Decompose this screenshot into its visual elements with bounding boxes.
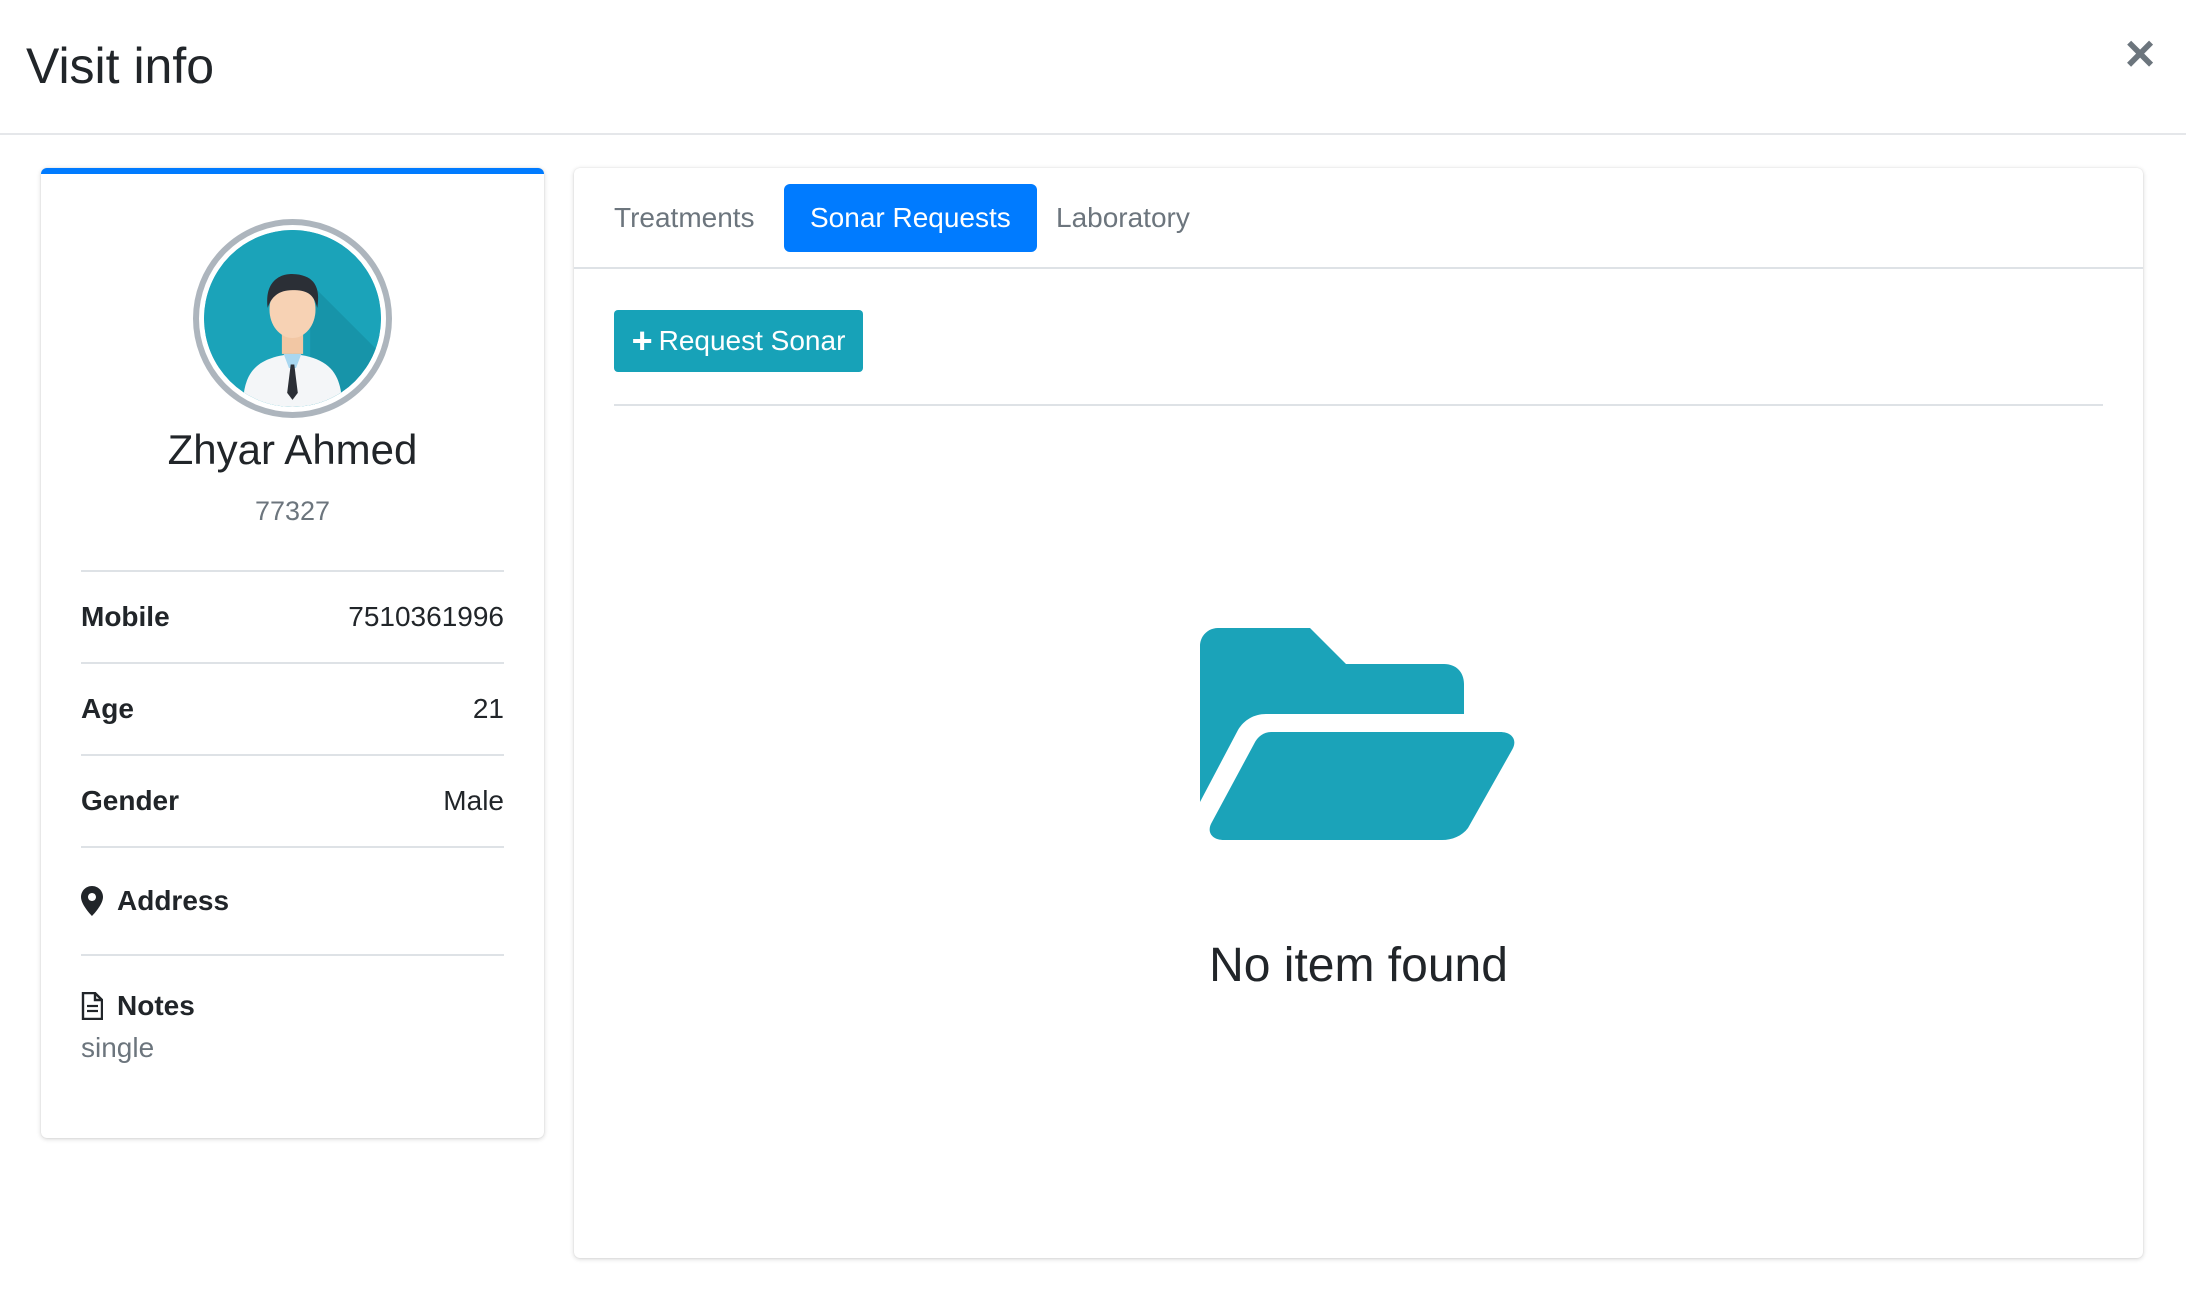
empty-state-message: No item found: [1209, 939, 1508, 992]
address-label: Address: [117, 885, 230, 916]
map-marker-icon: [81, 886, 103, 916]
divider: [614, 404, 2103, 406]
plus-icon: +: [631, 320, 653, 361]
modal-header: Visit info ×: [0, 0, 2186, 135]
doctor-avatar-icon: [204, 230, 381, 407]
age-label: Age: [81, 693, 134, 724]
patient-name: Zhyar Ahmed: [167, 426, 418, 473]
close-button[interactable]: ×: [2118, 28, 2162, 80]
age-value: 21: [472, 693, 504, 724]
tab-laboratory[interactable]: Laboratory: [1030, 184, 1216, 252]
modal-title: Visit info: [26, 38, 215, 94]
visit-details-card: Treatments Sonar Requests Laboratory + R…: [574, 168, 2143, 1258]
folder-open-icon: [1200, 628, 1515, 840]
gender-row: Gender Male: [81, 754, 504, 846]
tab-treatments[interactable]: Treatments: [588, 184, 781, 252]
notes-value: single: [81, 1032, 155, 1063]
avatar: [193, 219, 392, 418]
patient-id: 77327: [254, 496, 331, 526]
tab-sonar-requests[interactable]: Sonar Requests: [784, 184, 1037, 252]
request-sonar-label: Request Sonar: [658, 325, 846, 356]
patient-profile-card: Zhyar Ahmed 77327 Mobile 7510361996 Age …: [41, 168, 544, 1138]
mobile-value: 7510361996: [348, 601, 504, 632]
mobile-row: Mobile 7510361996: [81, 570, 504, 662]
gender-value: Male: [443, 785, 504, 816]
tabs-bar: Treatments Sonar Requests Laboratory: [574, 168, 2143, 269]
gender-label: Gender: [81, 785, 180, 816]
mobile-label: Mobile: [81, 601, 170, 632]
notes-section: Notes single: [81, 954, 504, 1084]
notes-label: Notes: [117, 990, 195, 1021]
notes-heading: Notes: [81, 990, 504, 1022]
address-row: Address: [81, 846, 504, 954]
address-heading: Address: [81, 885, 229, 917]
file-text-icon: [81, 992, 103, 1020]
age-row: Age 21: [81, 662, 504, 754]
request-sonar-button[interactable]: + Request Sonar: [614, 310, 863, 372]
